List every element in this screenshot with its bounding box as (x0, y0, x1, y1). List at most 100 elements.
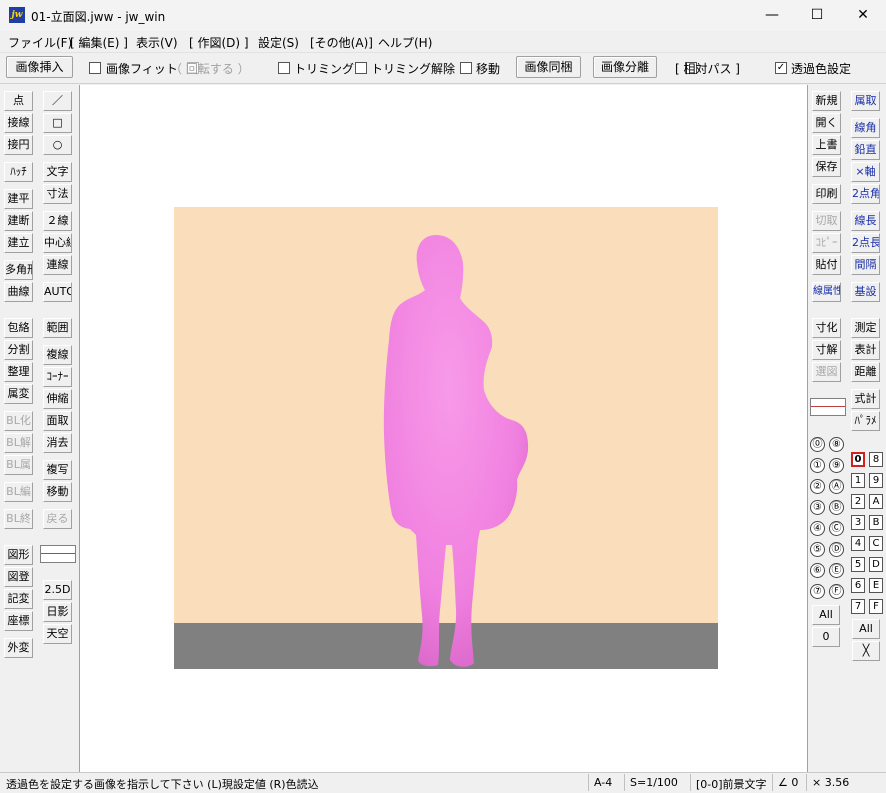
tool-figure-register[interactable]: 図登 (4, 567, 33, 587)
layer-9[interactable]: 9 (869, 473, 883, 488)
layer-5[interactable]: 5 (851, 557, 865, 572)
menu-draw[interactable]: [ 作図(D) ] (189, 34, 249, 51)
status-paper[interactable]: A-4 (594, 776, 612, 789)
minimize-button[interactable]: — (749, 0, 795, 31)
tool-dim-release[interactable]: 寸解 (812, 340, 841, 360)
tool-print[interactable]: 印刷 (812, 184, 841, 204)
tool-attr-get[interactable]: 属取 (851, 91, 880, 111)
group-3[interactable]: ③ (810, 500, 825, 515)
tool-distance[interactable]: 距離 (851, 362, 880, 382)
tool-measure[interactable]: 測定 (851, 318, 880, 338)
tool-block-end[interactable]: BL終 (4, 509, 33, 529)
group-d[interactable]: Ⓓ (829, 542, 844, 557)
tool-parametric[interactable]: ﾊﾟﾗﾒ (851, 411, 880, 431)
tool-building-elevation[interactable]: 建立 (4, 233, 33, 253)
group-all-button[interactable]: All (812, 605, 840, 625)
layer-4[interactable]: 4 (851, 536, 865, 551)
image-split-button[interactable]: 画像分離 (593, 56, 657, 78)
tool-stretch[interactable]: 伸縮 (43, 389, 72, 409)
tool-select-figure[interactable]: 選図 (812, 362, 841, 382)
group-c[interactable]: Ⓒ (829, 521, 844, 536)
tool-spacing[interactable]: 間隔 (851, 255, 880, 275)
tool-2.5d[interactable]: 2.5D (43, 580, 72, 600)
tool-undo[interactable]: 戻る (43, 509, 72, 529)
layer-e[interactable]: E (869, 578, 883, 593)
trim-checkbox[interactable] (278, 62, 290, 74)
tool-center-line[interactable]: 中心線 (43, 233, 72, 253)
tool-sun-shadow[interactable]: 日影 (43, 602, 72, 622)
status-angle[interactable]: ∠ 0 (778, 776, 798, 789)
group-8[interactable]: ⑧ (829, 437, 844, 452)
group-9[interactable]: ⑨ (829, 458, 844, 473)
tool-point[interactable]: 点 (4, 91, 33, 111)
group-b[interactable]: Ⓑ (829, 500, 844, 515)
layer-a[interactable]: A (869, 494, 883, 509)
tool-building-section[interactable]: 建断 (4, 211, 33, 231)
tool-attr-change[interactable]: 属変 (4, 384, 33, 404)
tool-line-angle[interactable]: 線角 (851, 118, 880, 138)
right-line-style-swatch[interactable] (810, 398, 846, 416)
tool-formula-calc[interactable]: 式計 (851, 389, 880, 409)
tool-cut[interactable]: 切取 (812, 211, 841, 231)
trim-cancel-checkbox[interactable] (355, 62, 367, 74)
layer-2[interactable]: 2 (851, 494, 865, 509)
tool-hatch[interactable]: ﾊｯﾁ (4, 162, 33, 182)
group-a[interactable]: Ⓐ (829, 479, 844, 494)
menu-edit[interactable]: [ 編集(E) ] (70, 34, 128, 51)
tool-building-plan[interactable]: 建平 (4, 189, 33, 209)
tool-block-create[interactable]: BL化 (4, 411, 33, 431)
tool-line-attr[interactable]: 線属性 (812, 282, 841, 302)
tool-text-change[interactable]: 記変 (4, 589, 33, 609)
menu-file[interactable]: ファイル(F) (8, 34, 72, 51)
group-1[interactable]: ① (810, 458, 825, 473)
tool-paste[interactable]: 貼付 (812, 255, 841, 275)
tool-block-release[interactable]: BL解 (4, 433, 33, 453)
group-0[interactable]: ⓪ (810, 437, 825, 452)
tool-auto[interactable]: AUTO (43, 282, 72, 302)
maximize-button[interactable]: ☐ (794, 0, 840, 31)
tool-range[interactable]: 範囲 (43, 318, 72, 338)
insert-image-button[interactable]: 画像挿入 (6, 56, 73, 78)
tool-figure[interactable]: 図形 (4, 545, 33, 565)
status-layer[interactable]: [0-0]前景文字 (696, 776, 767, 792)
group-5[interactable]: ⑤ (810, 542, 825, 557)
layer-b[interactable]: B (869, 515, 883, 530)
menu-view[interactable]: 表示(V) (136, 34, 178, 51)
tool-line-length[interactable]: 線長 (851, 211, 880, 231)
status-factor[interactable]: × 3.56 (812, 776, 849, 789)
layer-6[interactable]: 6 (851, 578, 865, 593)
tool-corner[interactable]: ｺｰﾅｰ (43, 367, 72, 387)
layer-d[interactable]: D (869, 557, 883, 572)
tool-dim-create[interactable]: 寸化 (812, 318, 841, 338)
group-zero-button[interactable]: 0 (812, 627, 840, 647)
menu-other[interactable]: [その他(A)] (310, 34, 373, 51)
tool-circle[interactable]: ○ (43, 135, 72, 155)
status-scale[interactable]: S=1/100 (630, 776, 678, 789)
layer-x-button[interactable]: ╳ (852, 641, 880, 661)
tool-sky[interactable]: 天空 (43, 624, 72, 644)
group-7[interactable]: ⑦ (810, 584, 825, 599)
tool-move[interactable]: 移動 (43, 482, 72, 502)
tool-line[interactable]: ／ (43, 91, 72, 111)
group-6[interactable]: ⑥ (810, 563, 825, 578)
menu-settings[interactable]: 設定(S) (258, 34, 299, 51)
tool-organize[interactable]: 整理 (4, 362, 33, 382)
tool-block-attr[interactable]: BL属 (4, 455, 33, 475)
layer-all-button[interactable]: All (852, 619, 880, 639)
tool-tangent-line[interactable]: 接線 (4, 113, 33, 133)
layer-f[interactable]: F (869, 599, 883, 614)
group-e[interactable]: Ⓔ (829, 563, 844, 578)
close-button[interactable]: ✕ (840, 0, 886, 31)
group-2[interactable]: ② (810, 479, 825, 494)
tool-tangent-circle[interactable]: 接円 (4, 135, 33, 155)
layer-1[interactable]: 1 (851, 473, 865, 488)
image-sync-button[interactable]: 画像同梱 (516, 56, 581, 78)
tool-2pt-length[interactable]: 2点長 (851, 233, 880, 253)
tool-coordinates[interactable]: 座標 (4, 611, 33, 631)
tool-chamfer[interactable]: 面取 (43, 411, 72, 431)
group-4[interactable]: ④ (810, 521, 825, 536)
tool-erase[interactable]: 消去 (43, 433, 72, 453)
tool-envelope[interactable]: 包絡 (4, 318, 33, 338)
tool-copy-clip[interactable]: ｺﾋﾟｰ (812, 233, 841, 253)
tool-double-line[interactable]: ２線 (43, 211, 72, 231)
